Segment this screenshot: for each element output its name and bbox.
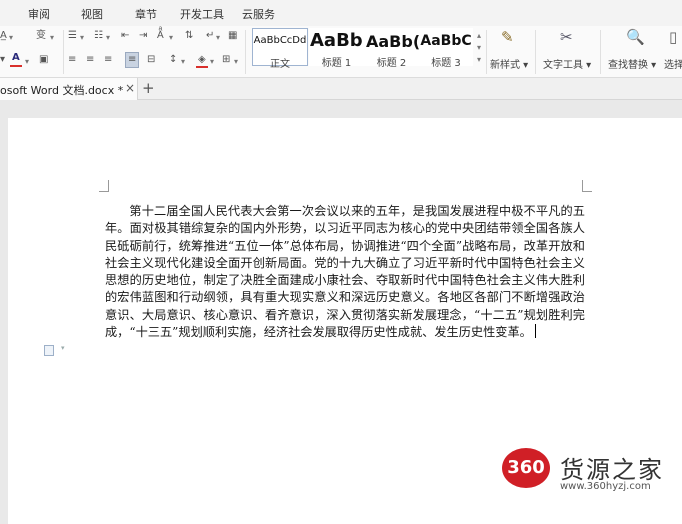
- clear-format-icon[interactable]: ▾: [0, 54, 5, 66]
- shading-icon[interactable]: ◈: [198, 54, 206, 66]
- distributed-align-icon[interactable]: ⊟: [147, 54, 155, 66]
- margin-corner-top-right: [582, 180, 592, 192]
- align-left-icon[interactable]: ≡: [68, 54, 76, 66]
- watermark-url: www.360hyzj.com: [560, 481, 651, 492]
- style-heading-2[interactable]: AaBb( 标题 2: [364, 28, 419, 69]
- phonetic-dropdown-icon[interactable]: ▾: [9, 32, 13, 44]
- character-shading-icon[interactable]: ▣: [39, 54, 48, 66]
- font-color-bar: [10, 65, 22, 67]
- font-color-icon[interactable]: A: [12, 52, 20, 64]
- text-tools-icon[interactable]: ✂: [560, 30, 573, 45]
- bullets-dropdown-icon[interactable]: ▾: [80, 32, 84, 44]
- style-heading-1-sample: AaBb: [310, 30, 363, 51]
- chinese-layout-icon[interactable]: Aͣ: [157, 30, 164, 42]
- style-normal-label: 正文: [270, 59, 290, 70]
- separator: [600, 30, 601, 74]
- styles-scroll-down-icon[interactable]: ▾: [477, 42, 481, 54]
- style-heading-1[interactable]: AaBb 标题 1: [309, 28, 364, 69]
- style-normal-sample: AaBbCcDd: [253, 35, 307, 46]
- chinese-layout-dropdown-icon[interactable]: ▾: [169, 32, 173, 44]
- menu-tab-view[interactable]: 视图: [81, 6, 103, 22]
- align-right-icon[interactable]: ≡: [104, 54, 112, 66]
- text-tools-button[interactable]: 文字工具 ▾: [543, 56, 591, 71]
- character-border-icon[interactable]: 变: [36, 30, 46, 42]
- select-button[interactable]: 选择: [664, 56, 682, 71]
- decrease-indent-icon[interactable]: ⇤: [121, 30, 129, 42]
- increase-indent-icon[interactable]: ⇥: [139, 30, 147, 42]
- text-cursor: [534, 324, 536, 339]
- style-heading-3-label: 标题 3: [431, 58, 461, 69]
- menu-tab-review[interactable]: 审阅: [28, 6, 50, 22]
- watermark-name: 货源之家: [560, 456, 664, 484]
- paragraph-text: 第十二届全国人民代表大会第一次会议以来的五年，是我国发展进程中极不平凡的五年。面…: [105, 204, 585, 340]
- document-tab[interactable]: osoft Word 文档.docx * ×: [0, 78, 138, 100]
- find-replace-button[interactable]: 查找替换 ▾: [608, 56, 656, 71]
- styles-more-icon[interactable]: ▾: [477, 54, 481, 66]
- ribbon: A̲ ▾ 变 ▾ ☰ ▾ ☷ ▾ ⇤ ⇥ Aͣ ▾ ⇅ ↵ ▾ ▦ ▾ A ▾ …: [0, 26, 682, 78]
- document-tab-title: osoft Word 文档.docx *: [0, 84, 124, 97]
- select-icon[interactable]: ▯: [669, 30, 677, 45]
- align-center-icon[interactable]: ≡: [86, 54, 94, 66]
- style-heading-2-label: 标题 2: [376, 58, 407, 69]
- style-heading-3[interactable]: AaBbC 标题 3: [419, 28, 473, 69]
- separator: [245, 30, 246, 74]
- numbering-icon[interactable]: ☷: [94, 30, 103, 42]
- new-tab-icon[interactable]: +: [142, 79, 155, 97]
- new-style-icon[interactable]: ✎: [501, 30, 514, 45]
- separator: [63, 30, 64, 74]
- table-convert-icon[interactable]: ▦: [228, 30, 237, 42]
- shading-dropdown-icon[interactable]: ▾: [210, 56, 214, 68]
- paragraph-layout-dropdown-icon[interactable]: ▾: [61, 344, 65, 352]
- new-style-button[interactable]: 新样式 ▾: [490, 56, 528, 71]
- sort-icon[interactable]: ⇅: [185, 30, 193, 42]
- styles-scroll-up-icon[interactable]: ▴: [477, 30, 481, 42]
- menu-tab-cloud[interactable]: 云服务: [242, 6, 275, 22]
- borders-dropdown-icon[interactable]: ▾: [234, 56, 238, 68]
- menu-bar: 审阅 视图 章节 开发工具 云服务: [0, 0, 682, 26]
- bullets-icon[interactable]: ☰: [68, 30, 77, 42]
- paragraph-layout-icon[interactable]: [44, 345, 54, 356]
- line-spacing-dropdown-icon[interactable]: ▾: [181, 56, 185, 68]
- menu-tab-developer[interactable]: 开发工具: [180, 6, 224, 22]
- watermark-logo: 360: [502, 448, 550, 488]
- style-heading-2-sample: AaBb(: [366, 32, 419, 51]
- menu-tab-chapter[interactable]: 章节: [135, 6, 157, 22]
- style-heading-3-sample: AaBbC: [420, 33, 472, 49]
- show-hide-marks-icon[interactable]: ↵: [206, 30, 214, 42]
- document-body-text[interactable]: 第十二届全国人民代表大会第一次会议以来的五年，是我国发展进程中极不平凡的五年。面…: [105, 203, 585, 341]
- numbering-dropdown-icon[interactable]: ▾: [106, 32, 110, 44]
- font-color-dropdown-icon[interactable]: ▾: [25, 56, 29, 68]
- document-tab-bar: osoft Word 文档.docx * × +: [0, 78, 682, 100]
- find-replace-icon[interactable]: 🔍: [626, 30, 645, 45]
- style-normal[interactable]: AaBbCcDd 正文: [252, 28, 308, 70]
- shading-color-bar: [196, 66, 208, 68]
- phonetic-icon[interactable]: A̲: [0, 30, 7, 42]
- style-heading-1-label: 标题 1: [321, 58, 352, 69]
- margin-corner-top-left: [99, 180, 109, 192]
- justify-icon[interactable]: ≡: [125, 52, 140, 68]
- close-tab-icon[interactable]: ×: [125, 81, 135, 95]
- separator: [535, 30, 536, 74]
- line-spacing-icon[interactable]: ↕: [169, 54, 177, 66]
- borders-icon[interactable]: ⊞: [222, 54, 230, 66]
- character-border-dropdown-icon[interactable]: ▾: [50, 32, 54, 44]
- show-hide-marks-dropdown-icon[interactable]: ▾: [216, 32, 220, 44]
- separator: [486, 30, 487, 74]
